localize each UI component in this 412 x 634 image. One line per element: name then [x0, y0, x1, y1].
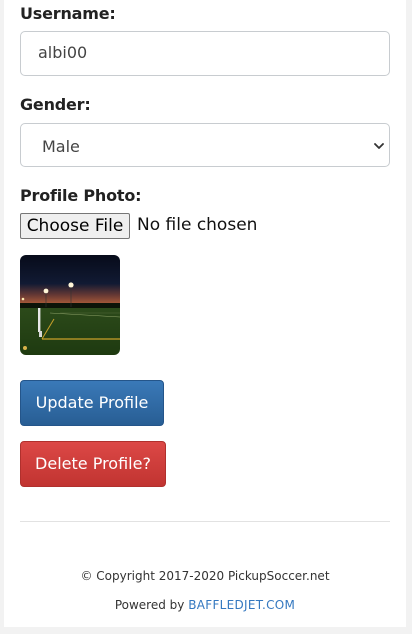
- username-value: albi00: [38, 43, 88, 62]
- gender-select[interactable]: Male: [20, 123, 390, 167]
- gender-selected-value: Male: [42, 137, 80, 156]
- gender-label: Gender:: [20, 95, 91, 114]
- powered-by-line: Powered by BAFFLEDJET.COM: [4, 598, 406, 612]
- file-status-text: No file chosen: [137, 215, 258, 235]
- chevron-down-icon: [374, 143, 384, 149]
- profile-photo: [20, 255, 120, 355]
- username-label: Username:: [20, 4, 116, 23]
- powered-by-text: Powered by: [114, 598, 185, 612]
- profile-card: Username: albi00 Gender: Male Profile Ph…: [4, 0, 406, 627]
- divider: [20, 521, 390, 522]
- update-profile-button[interactable]: Update Profile: [20, 380, 164, 426]
- username-input[interactable]: albi00: [20, 31, 390, 76]
- choose-file-button[interactable]: Choose File: [20, 213, 130, 239]
- delete-profile-button[interactable]: Delete Profile?: [20, 441, 166, 487]
- soccer-field-image: [20, 255, 120, 355]
- bafflejet-link[interactable]: BAFFLEDJET.COM: [188, 598, 295, 612]
- copyright-text: © Copyright 2017-2020 PickupSoccer.net: [80, 569, 330, 583]
- profile-photo-label: Profile Photo:: [20, 186, 142, 205]
